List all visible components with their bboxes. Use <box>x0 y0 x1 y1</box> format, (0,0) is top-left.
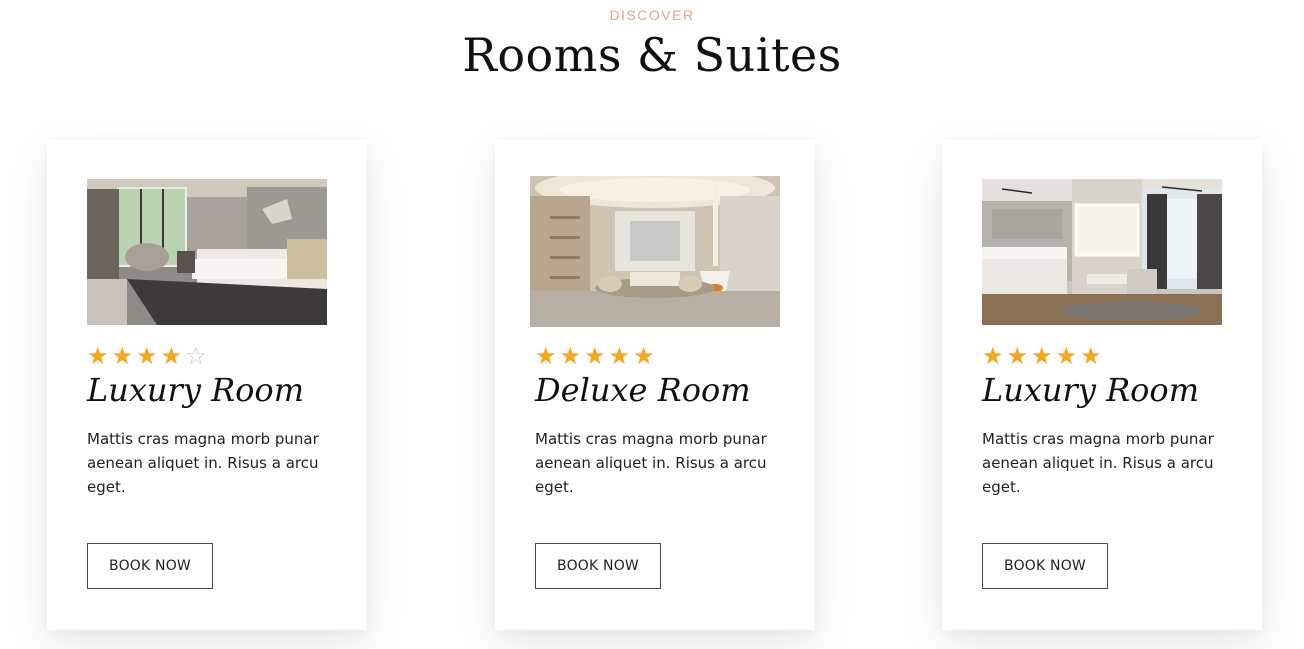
star-filled-icon: ★ <box>160 342 183 370</box>
rooms-section: DISCOVER Rooms & Suites ★ ★ ★ ★ ☆ Luxury… <box>0 0 1304 649</box>
star-filled-icon: ★ <box>559 342 582 370</box>
star-filled-icon: ★ <box>1031 342 1053 370</box>
rating-stars: ★ ★ ★ ★ ★ <box>982 343 1105 369</box>
star-filled-icon: ★ <box>87 342 109 370</box>
lounge-photo <box>530 176 780 327</box>
rating-stars: ★ ★ ★ ★ ☆ <box>87 343 210 369</box>
star-filled-icon: ★ <box>535 342 557 370</box>
room-photo[interactable] <box>530 176 780 327</box>
room-card: ★ ★ ★ ★ ★ Deluxe Room Mattis cras magna … <box>495 140 815 630</box>
room-photo[interactable] <box>982 179 1222 325</box>
star-filled-icon: ★ <box>584 342 606 370</box>
star-filled-icon: ★ <box>136 342 158 370</box>
suite-photo <box>982 179 1222 325</box>
room-name: Luxury Room <box>87 371 305 409</box>
rating-stars: ★ ★ ★ ★ ★ <box>535 343 658 369</box>
book-now-button[interactable]: BOOK NOW <box>982 543 1108 589</box>
star-filled-icon: ★ <box>633 342 655 370</box>
section-header: DISCOVER Rooms & Suites <box>0 6 1304 82</box>
section-title: Rooms & Suites <box>462 28 842 82</box>
room-name: Luxury Room <box>982 371 1200 409</box>
star-empty-icon: ☆ <box>185 342 207 370</box>
book-now-button[interactable]: BOOK NOW <box>535 543 661 589</box>
star-filled-icon: ★ <box>608 342 631 370</box>
room-name: Deluxe Room <box>535 371 751 409</box>
star-filled-icon: ★ <box>982 342 1004 370</box>
section-eyebrow: DISCOVER <box>609 7 695 23</box>
star-filled-icon: ★ <box>1080 342 1102 370</box>
room-description: Mattis cras magna morb punar aenean aliq… <box>982 430 1214 496</box>
room-description: Mattis cras magna morb punar aenean aliq… <box>535 430 767 496</box>
star-filled-icon: ★ <box>1006 342 1029 370</box>
room-card: ★ ★ ★ ★ ☆ Luxury Room Mattis cras magna … <box>47 140 367 630</box>
star-filled-icon: ★ <box>1055 342 1078 370</box>
room-card: ★ ★ ★ ★ ★ Luxury Room Mattis cras magna … <box>942 140 1262 630</box>
room-photo[interactable] <box>87 179 327 325</box>
bedroom-photo <box>87 179 327 325</box>
room-description: Mattis cras magna morb punar aenean aliq… <box>87 430 319 496</box>
book-now-button[interactable]: BOOK NOW <box>87 543 213 589</box>
star-filled-icon: ★ <box>111 342 134 370</box>
